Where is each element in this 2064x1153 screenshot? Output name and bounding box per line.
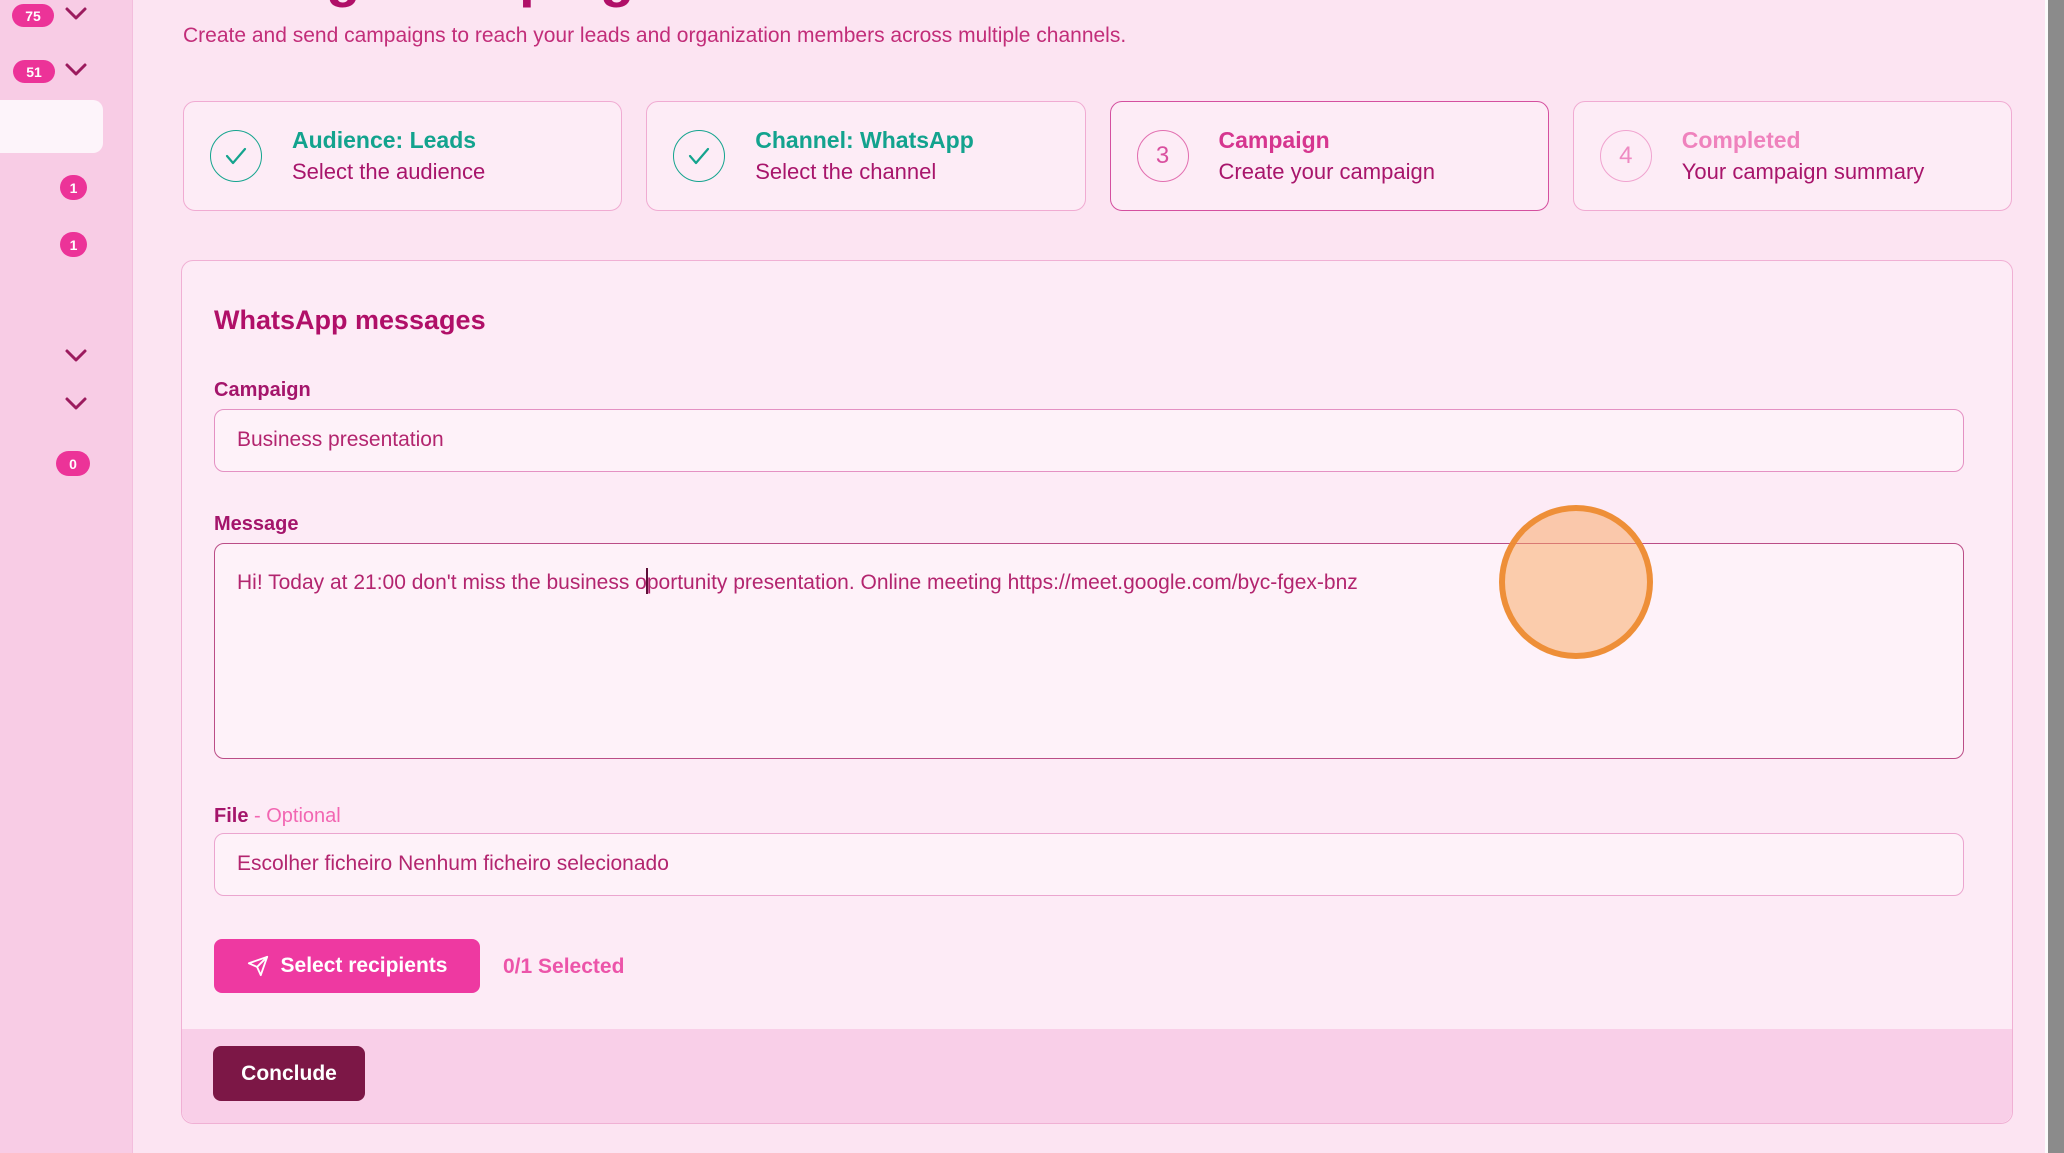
step-subtitle: Select the channel	[755, 159, 974, 185]
step-subtitle: Your campaign summary	[1682, 159, 1925, 185]
sidebar-count-badge: 1	[60, 175, 87, 200]
sidebar-active-item[interactable]	[0, 100, 103, 153]
card-footer: Conclude	[182, 1029, 2012, 1123]
conclude-button[interactable]: Conclude	[213, 1046, 365, 1101]
file-picker-value: Escolher ficheiro Nenhum ficheiro seleci…	[237, 852, 669, 875]
file-label-text: File	[214, 805, 248, 827]
select-recipients-label: Select recipients	[281, 954, 448, 978]
step-title: Campaign	[1219, 127, 1435, 154]
select-recipients-button[interactable]: Select recipients	[214, 939, 480, 993]
check-circle-icon	[673, 130, 725, 182]
scrollbar-thumb[interactable]	[2048, 0, 2064, 1153]
campaign-label: Campaign	[214, 379, 311, 402]
message-value-before-caret: Hi! Today at 21:00 don't miss the busine…	[237, 571, 647, 594]
step-texts: Campaign Create your campaign	[1219, 127, 1435, 185]
campaign-name-input[interactable]: Business presentation	[214, 409, 1964, 472]
recipients-selected-count: 0/1 Selected	[503, 953, 624, 981]
sidebar-count-badge: 0	[56, 451, 90, 476]
step-campaign[interactable]: 3 Campaign Create your campaign	[1110, 101, 1549, 211]
whatsapp-message-card: WhatsApp messages Campaign Business pres…	[181, 260, 2013, 1124]
page-title-clipped: Manage campaigns	[183, 0, 1483, 11]
step-audience[interactable]: Audience: Leads Select the audience	[183, 101, 622, 211]
send-icon	[247, 955, 269, 977]
chevron-down-icon[interactable]	[64, 396, 88, 412]
step-number-circle: 4	[1600, 130, 1652, 182]
sidebar-count-badge: 1	[60, 232, 87, 257]
campaign-name-value: Business presentation	[237, 428, 444, 451]
section-title: WhatsApp messages	[214, 305, 486, 336]
message-label: Message	[214, 513, 299, 536]
file-optional-text: - Optional	[254, 805, 341, 827]
campaign-steps: Audience: Leads Select the audience Chan…	[183, 101, 2012, 211]
step-texts: Completed Your campaign summary	[1682, 127, 1925, 185]
step-title: Completed	[1682, 127, 1925, 154]
sidebar-count-badge: 51	[13, 60, 55, 83]
file-picker-input[interactable]: Escolher ficheiro Nenhum ficheiro seleci…	[214, 833, 1964, 896]
step-texts: Audience: Leads Select the audience	[292, 127, 485, 185]
step-title: Channel: WhatsApp	[755, 127, 974, 154]
page-subtitle: Create and send campaigns to reach your …	[183, 24, 1126, 48]
sidebar: 75 51 1 1 0	[0, 0, 133, 1153]
chevron-down-icon[interactable]	[64, 6, 88, 22]
step-texts: Channel: WhatsApp Select the channel	[755, 127, 974, 185]
step-subtitle: Select the audience	[292, 159, 485, 185]
step-completed[interactable]: 4 Completed Your campaign summary	[1573, 101, 2012, 211]
step-channel[interactable]: Channel: WhatsApp Select the channel	[646, 101, 1085, 211]
step-title: Audience: Leads	[292, 127, 485, 154]
step-subtitle: Create your campaign	[1219, 159, 1435, 185]
check-circle-icon	[210, 130, 262, 182]
chevron-down-icon[interactable]	[64, 62, 88, 78]
message-value-after-caret: portunity presentation. Online meeting h…	[647, 571, 1358, 594]
message-textarea[interactable]: Hi! Today at 21:00 don't miss the busine…	[214, 543, 1964, 759]
page-title: Manage campaigns	[183, 0, 700, 11]
chevron-down-icon[interactable]	[64, 348, 88, 364]
step-number-circle: 3	[1137, 130, 1189, 182]
file-label: File - Optional	[214, 805, 341, 828]
sidebar-count-badge: 75	[12, 4, 54, 27]
